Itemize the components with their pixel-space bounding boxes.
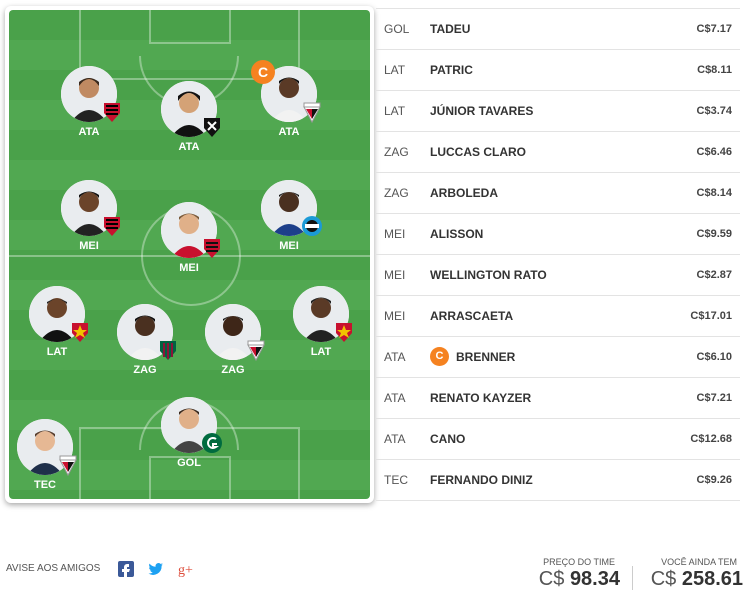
row-position: ATA (384, 432, 406, 446)
player-position-label: ATA (78, 126, 100, 138)
top-goal-area (149, 10, 231, 44)
player-position-label: ATA (178, 141, 200, 153)
flamengo-crest-icon (200, 236, 224, 260)
player-position-label: TEC (34, 479, 56, 491)
row-player-name: TADEU (430, 22, 471, 36)
list-item[interactable]: ATA C BRENNER C$6.10 (376, 337, 740, 378)
row-price: C$7.21 (696, 392, 732, 404)
svg-text:g+: g+ (178, 563, 193, 577)
row-position: GOL (384, 22, 410, 36)
player-position-label: ZAG (133, 364, 157, 376)
google-plus-icon[interactable]: g+ (178, 561, 194, 578)
atletico-go-crest-icon (100, 100, 124, 124)
list-item[interactable]: ZAG ARBOLEDA C$8.14 (376, 173, 740, 214)
row-player-name: PATRIC (430, 63, 473, 77)
sport-crest-icon (332, 320, 356, 344)
row-player-name: ARRASCAETA (430, 309, 514, 323)
player-position-label: MEI (79, 240, 99, 252)
goias-crest-icon (200, 431, 224, 455)
row-position: ATA (384, 391, 406, 405)
captain-badge: C (251, 60, 275, 84)
list-item[interactable]: LAT PATRIC C$8.11 (376, 50, 740, 91)
list-item[interactable]: GOL TADEU C$7.17 (376, 8, 740, 50)
row-position: ZAG (384, 145, 409, 159)
row-position: ATA (384, 350, 406, 364)
row-price: C$7.17 (696, 23, 732, 35)
row-price: C$9.59 (696, 228, 732, 240)
sao-paulo-crest-icon (300, 100, 324, 124)
share-label: AVISE AOS AMIGOS (6, 563, 101, 574)
row-price: C$9.26 (696, 474, 732, 486)
list-item[interactable]: ATA CANO C$12.68 (376, 419, 740, 460)
gremio-crest-icon (300, 214, 324, 238)
lineup-list: GOL TADEU C$7.17 LAT PATRIC C$8.11 LAT JÚNIOR… (376, 8, 740, 501)
row-player-name: ALISSON (430, 227, 484, 241)
row-price: C$2.87 (696, 269, 732, 281)
player-position-label: ZAG (221, 364, 245, 376)
row-price: C$12.68 (690, 433, 732, 445)
team-price-label: PREÇO DO TIME (543, 557, 615, 567)
row-price: C$8.11 (697, 64, 732, 76)
row-position: MEI (384, 227, 406, 241)
list-item[interactable]: MEI WELLINGTON RATO C$2.87 (376, 255, 740, 296)
row-position: MEI (384, 268, 406, 282)
player-position-label: MEI (179, 262, 199, 274)
list-item[interactable]: ZAG LUCCAS CLARO C$6.46 (376, 132, 740, 173)
row-price: C$6.10 (696, 351, 732, 363)
row-player-name: LUCCAS CLARO (430, 145, 526, 159)
list-item[interactable]: LAT JÚNIOR TAVARES C$3.74 (376, 91, 740, 132)
player-position-label: ATA (278, 126, 300, 138)
fluminense-crest-icon (156, 338, 180, 362)
row-position: TEC (384, 473, 408, 487)
row-player-name: BRENNER (456, 350, 516, 364)
list-item[interactable]: ATA RENATO KAYZER C$7.21 (376, 378, 740, 419)
footer-divider (632, 566, 633, 590)
list-item[interactable]: MEI ARRASCAETA C$17.01 (376, 296, 740, 337)
sao-paulo-crest-icon (244, 338, 268, 362)
player-position-label: LAT (310, 346, 332, 358)
team-price-value: C$ 98.34 (520, 568, 620, 591)
row-price: C$8.14 (696, 187, 732, 199)
sport-crest-icon (68, 320, 92, 344)
currency-symbol: C$ (538, 568, 565, 590)
row-price: C$6.46 (696, 146, 732, 158)
row-player-name: FERNANDO DINIZ (430, 473, 533, 487)
row-position: LAT (384, 104, 406, 118)
list-item[interactable]: MEI ALISSON C$9.59 (376, 214, 740, 255)
row-player-name: RENATO KAYZER (430, 391, 532, 405)
remaining-budget-number: 258.61 (681, 568, 743, 590)
vasco-crest-icon (200, 115, 224, 139)
lineup-field-card: ATA ATA C ATA MEI MEI MEI LAT ZAG ZAG LA… (5, 6, 374, 503)
player-position-label: LAT (46, 346, 68, 358)
player-position-label: MEI (279, 240, 299, 252)
remaining-budget-value: C$ 258.61 (638, 568, 743, 591)
sao-paulo-crest-icon (56, 453, 80, 477)
player-position-label: GOL (177, 457, 201, 469)
twitter-icon[interactable] (148, 561, 164, 577)
row-position: ZAG (384, 186, 409, 200)
row-position: LAT (384, 63, 406, 77)
list-item[interactable]: TEC FERNANDO DINIZ C$9.26 (376, 460, 740, 501)
row-player-name: CANO (430, 432, 466, 446)
facebook-icon[interactable] (118, 561, 134, 577)
currency-symbol: C$ (650, 568, 677, 590)
row-player-name: JÚNIOR TAVARES (430, 104, 534, 118)
row-price: C$3.74 (696, 105, 732, 117)
row-price: C$17.01 (690, 310, 732, 322)
captain-badge: C (430, 347, 449, 366)
team-price-number: 98.34 (569, 568, 620, 590)
row-player-name: WELLINGTON RATO (430, 268, 547, 282)
atletico-go-crest-icon (100, 214, 124, 238)
row-position: MEI (384, 309, 406, 323)
remaining-budget-label: VOCÊ AINDA TEM (661, 557, 737, 567)
row-player-name: ARBOLEDA (430, 186, 498, 200)
